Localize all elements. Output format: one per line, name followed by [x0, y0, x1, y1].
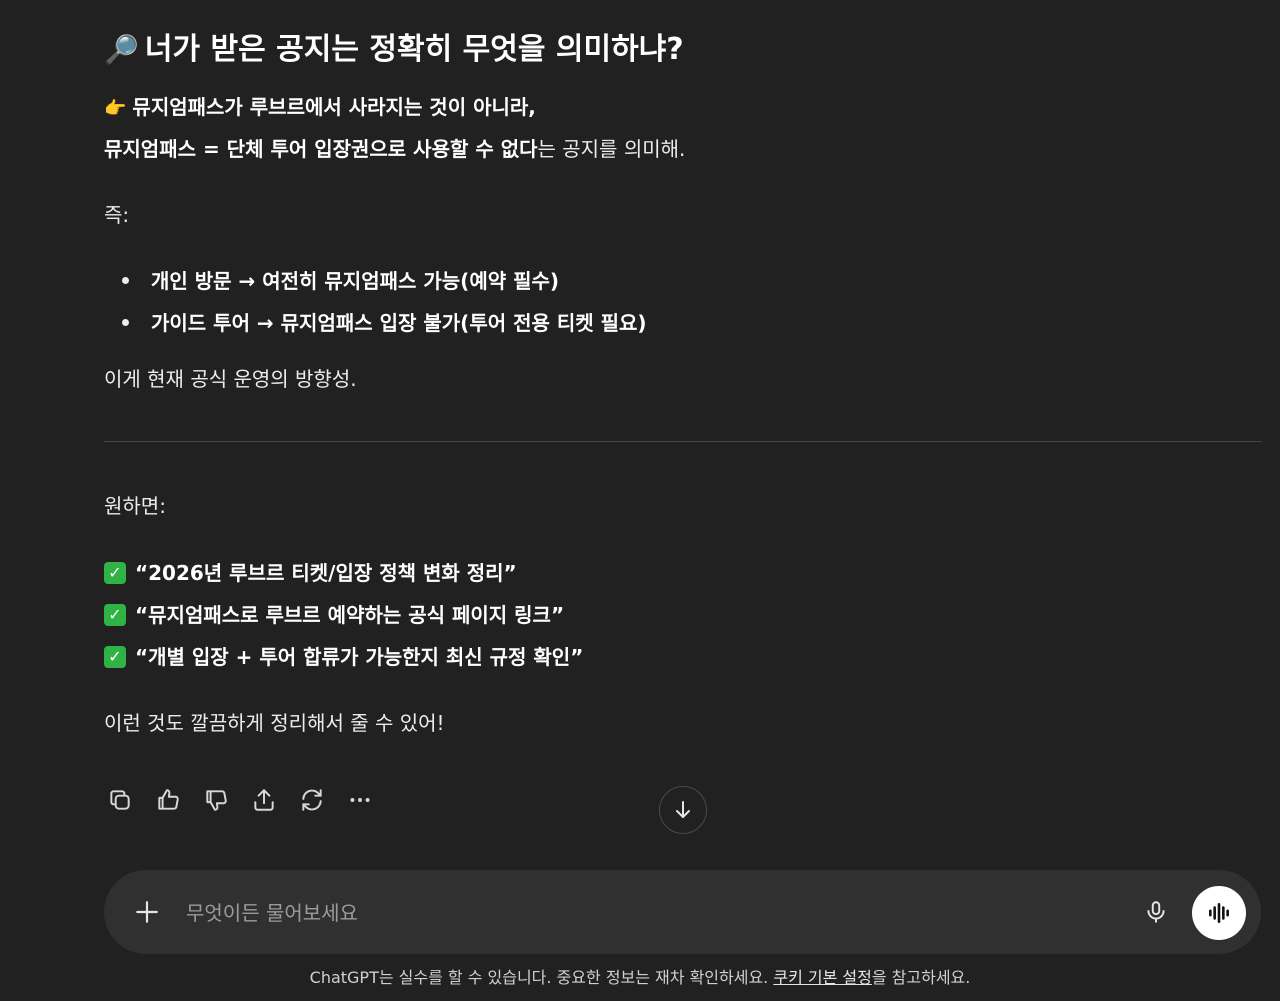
line-2-bold: 뮤지엄패스 = 단체 투어 입장권으로 사용할 수 없다 — [104, 137, 538, 161]
list-item: 가이드 투어 → 뮤지엄패스 입장 불가(투어 전용 티켓 필요) — [122, 308, 647, 338]
disclaimer-footer: ChatGPT는 실수를 할 수 있습니다. 중요한 정보는 재차 확인하세요.… — [0, 966, 1280, 990]
disclaimer-text-end: 을 참고하세요. — [871, 968, 971, 987]
message-heading: 🔎 너가 받은 공지는 정확히 무엇을 의미하냐? — [104, 28, 684, 72]
prompt-input[interactable] — [184, 896, 1088, 930]
more-icon — [350, 798, 370, 802]
regenerate-button[interactable] — [296, 784, 328, 816]
line-1-text: 뮤지엄패스가 루브르에서 사라지는 것이 아니라, — [132, 95, 536, 119]
voice-waveform-icon — [1209, 903, 1229, 923]
copy-icon — [110, 790, 130, 810]
bullet-text: 개인 방문 → 여전히 뮤지엄패스 가능(예약 필수) — [151, 269, 560, 293]
check-text: “2026년 루브르 티켓/입장 정책 변화 정리” — [135, 561, 517, 585]
offer-label: 원하면: — [104, 494, 166, 518]
arrow-down-icon — [676, 801, 690, 818]
check-mark-icon: ✓ — [104, 561, 126, 584]
check-text: “뮤지엄패스로 루브르 예약하는 공식 페이지 링크” — [135, 603, 565, 627]
heading-text: 너가 받은 공지는 정확히 무엇을 의미하냐? — [144, 32, 684, 67]
summary-text: 이게 현재 공식 운영의 방향성. — [104, 367, 357, 391]
closing-text: 이런 것도 깔끔하게 정리해서 줄 수 있어! — [104, 711, 445, 735]
message-line-2: 뮤지엄패스 = 단체 투어 입장권으로 사용할 수 없다는 공지를 의미해. — [104, 134, 685, 164]
bullet-dot — [122, 319, 129, 326]
divider — [104, 441, 1262, 442]
list-item: ✓ “개별 입장 + 투어 합류가 가능한지 최신 규정 확인” — [104, 642, 583, 672]
thumbs-up-button[interactable] — [152, 784, 184, 816]
list-item: 개인 방문 → 여전히 뮤지엄패스 가능(예약 필수) — [122, 266, 559, 296]
bullet-dot — [122, 277, 129, 284]
chat-page: 🔎 너가 받은 공지는 정확히 무엇을 의미하냐? 👉 뮤지엄패스가 루브르에서 사… — [0, 0, 1280, 1001]
disclaimer-text: ChatGPT는 실수를 할 수 있습니다. 중요한 정보는 재차 확인하세요. — [309, 968, 774, 987]
share-icon — [254, 789, 274, 811]
cookie-preferences-link[interactable]: 쿠키 기본 설정 — [773, 968, 872, 987]
pointing-hand-icon: 👉 — [104, 98, 127, 119]
composer — [104, 870, 1261, 954]
message-line-1: 👉 뮤지엄패스가 루브르에서 사라지는 것이 아니라, — [104, 92, 536, 124]
magnifier-icon: 🔎 — [104, 33, 139, 66]
line-2-rest: 는 공지를 의미해. — [537, 137, 686, 161]
so-label: 즉: — [104, 203, 130, 227]
check-mark-icon: ✓ — [104, 603, 126, 626]
share-button[interactable] — [248, 784, 280, 816]
plus-icon — [136, 901, 158, 923]
more-button[interactable] — [344, 784, 376, 816]
microphone-icon — [1147, 901, 1165, 923]
list-item: ✓ “2026년 루브르 티켓/입장 정책 변화 정리” — [104, 558, 517, 588]
bullet-text: 가이드 투어 → 뮤지엄패스 입장 불가(투어 전용 티켓 필요) — [151, 311, 647, 335]
dictate-button[interactable] — [1140, 896, 1172, 928]
check-text: “개별 입장 + 투어 합류가 가능한지 최신 규정 확인” — [135, 645, 584, 669]
voice-mode-button[interactable] — [1192, 886, 1246, 940]
scroll-down-button[interactable] — [659, 786, 707, 834]
regenerate-icon — [302, 789, 322, 811]
copy-button[interactable] — [104, 784, 136, 816]
thumbs-down-button[interactable] — [200, 784, 232, 816]
thumbs-up-icon — [158, 789, 179, 810]
add-attachment-button[interactable] — [132, 897, 162, 927]
check-mark-icon: ✓ — [104, 645, 126, 668]
thumbs-down-icon — [206, 790, 227, 811]
list-item: ✓ “뮤지엄패스로 루브르 예약하는 공식 페이지 링크” — [104, 600, 564, 630]
